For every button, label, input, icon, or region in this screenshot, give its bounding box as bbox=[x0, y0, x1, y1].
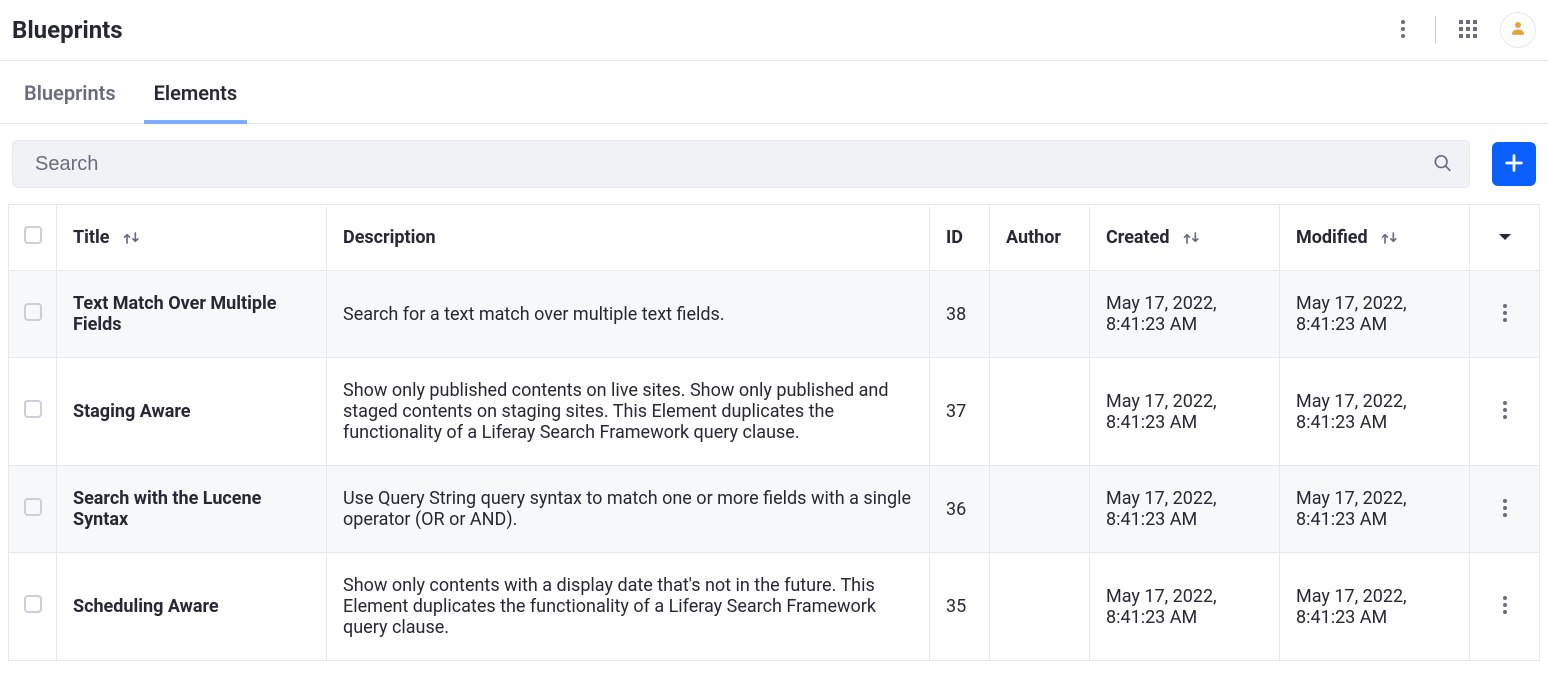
sort-icon bbox=[122, 230, 142, 246]
row-created: May 17, 2022, 8:41:23 AM bbox=[1090, 271, 1280, 358]
table-row: Text Match Over Multiple Fields Search f… bbox=[9, 271, 1540, 358]
row-author bbox=[990, 358, 1090, 466]
caret-down-icon bbox=[1498, 227, 1512, 248]
row-actions-button[interactable] bbox=[1499, 495, 1511, 524]
user-icon bbox=[1509, 19, 1527, 41]
col-modified-label: Modified bbox=[1296, 227, 1368, 248]
table-row: Search with the Lucene Syntax Use Query … bbox=[9, 466, 1540, 553]
kebab-icon bbox=[1503, 602, 1507, 617]
row-actions-cell bbox=[1470, 358, 1540, 466]
kebab-icon bbox=[1503, 505, 1507, 520]
tab-blueprints[interactable]: Blueprints bbox=[24, 65, 116, 123]
row-select-cell bbox=[9, 358, 57, 466]
row-modified: May 17, 2022, 8:41:23 AM bbox=[1280, 466, 1470, 553]
row-created: May 17, 2022, 8:41:23 AM bbox=[1090, 358, 1280, 466]
search-wrapper bbox=[12, 140, 1470, 188]
row-actions-cell bbox=[1470, 553, 1540, 661]
apps-button[interactable] bbox=[1452, 14, 1484, 46]
col-title[interactable]: Title bbox=[57, 205, 327, 271]
row-actions-cell bbox=[1470, 466, 1540, 553]
row-checkbox[interactable] bbox=[24, 400, 42, 418]
search-icon bbox=[1432, 161, 1452, 176]
row-checkbox[interactable] bbox=[24, 303, 42, 321]
col-author[interactable]: Author bbox=[990, 205, 1090, 271]
row-id: 35 bbox=[930, 553, 990, 661]
row-actions-button[interactable] bbox=[1499, 300, 1511, 329]
kebab-icon bbox=[1401, 20, 1405, 41]
row-description: Use Query String query syntax to match o… bbox=[327, 466, 930, 553]
select-all-checkbox[interactable] bbox=[24, 226, 42, 244]
row-title[interactable]: Text Match Over Multiple Fields bbox=[57, 271, 327, 358]
row-checkbox[interactable] bbox=[24, 595, 42, 613]
col-modified[interactable]: Modified bbox=[1280, 205, 1470, 271]
data-table: Title Description ID Author Created Modi… bbox=[8, 204, 1540, 661]
row-id: 37 bbox=[930, 358, 990, 466]
row-select-cell bbox=[9, 466, 57, 553]
row-description: Show only published contents on live sit… bbox=[327, 358, 930, 466]
sort-icon bbox=[1182, 230, 1202, 246]
row-created: May 17, 2022, 8:41:23 AM bbox=[1090, 466, 1280, 553]
table-row: Staging Aware Show only published conten… bbox=[9, 358, 1540, 466]
divider bbox=[1435, 16, 1436, 44]
row-select-cell bbox=[9, 553, 57, 661]
user-avatar[interactable] bbox=[1500, 12, 1536, 48]
table-row: Scheduling Aware Show only contents with… bbox=[9, 553, 1540, 661]
search-button[interactable] bbox=[1426, 147, 1458, 182]
row-author bbox=[990, 466, 1090, 553]
table-wrapper: Title Description ID Author Created Modi… bbox=[0, 204, 1548, 661]
row-description: Show only contents with a display date t… bbox=[327, 553, 930, 661]
topbar-actions bbox=[1387, 12, 1536, 48]
plus-icon bbox=[1503, 152, 1525, 177]
tabs: Blueprints Elements bbox=[0, 65, 1548, 124]
row-title[interactable]: Search with the Lucene Syntax bbox=[57, 466, 327, 553]
add-button[interactable] bbox=[1492, 142, 1536, 186]
col-id[interactable]: ID bbox=[930, 205, 990, 271]
row-title[interactable]: Staging Aware bbox=[57, 358, 327, 466]
row-description: Search for a text match over multiple te… bbox=[327, 271, 930, 358]
row-title[interactable]: Scheduling Aware bbox=[57, 553, 327, 661]
row-id: 36 bbox=[930, 466, 990, 553]
tab-elements[interactable]: Elements bbox=[154, 65, 238, 123]
management-bar bbox=[0, 124, 1548, 204]
search-input[interactable] bbox=[12, 140, 1470, 188]
apps-grid-icon bbox=[1459, 20, 1477, 41]
row-actions-button[interactable] bbox=[1499, 397, 1511, 426]
page-actions-button[interactable] bbox=[1387, 14, 1419, 46]
row-author bbox=[990, 271, 1090, 358]
row-modified: May 17, 2022, 8:41:23 AM bbox=[1280, 553, 1470, 661]
kebab-icon bbox=[1503, 310, 1507, 325]
page-title: Blueprints bbox=[12, 16, 123, 44]
kebab-icon bbox=[1503, 407, 1507, 422]
col-title-label: Title bbox=[73, 227, 110, 248]
col-created-label: Created bbox=[1106, 227, 1170, 248]
row-id: 38 bbox=[930, 271, 990, 358]
topbar: Blueprints bbox=[0, 0, 1548, 60]
col-actions[interactable] bbox=[1470, 205, 1540, 271]
row-created: May 17, 2022, 8:41:23 AM bbox=[1090, 553, 1280, 661]
row-modified: May 17, 2022, 8:41:23 AM bbox=[1280, 358, 1470, 466]
select-all-cell bbox=[9, 205, 57, 271]
row-actions-button[interactable] bbox=[1499, 592, 1511, 621]
row-actions-cell bbox=[1470, 271, 1540, 358]
col-id-label: ID bbox=[946, 227, 963, 248]
sort-icon bbox=[1380, 230, 1400, 246]
row-select-cell bbox=[9, 271, 57, 358]
col-description[interactable]: Description bbox=[327, 205, 930, 271]
col-author-label: Author bbox=[1006, 227, 1061, 248]
row-modified: May 17, 2022, 8:41:23 AM bbox=[1280, 271, 1470, 358]
col-created[interactable]: Created bbox=[1090, 205, 1280, 271]
divider bbox=[0, 60, 1548, 61]
row-checkbox[interactable] bbox=[24, 498, 42, 516]
col-description-label: Description bbox=[343, 227, 436, 248]
row-author bbox=[990, 553, 1090, 661]
